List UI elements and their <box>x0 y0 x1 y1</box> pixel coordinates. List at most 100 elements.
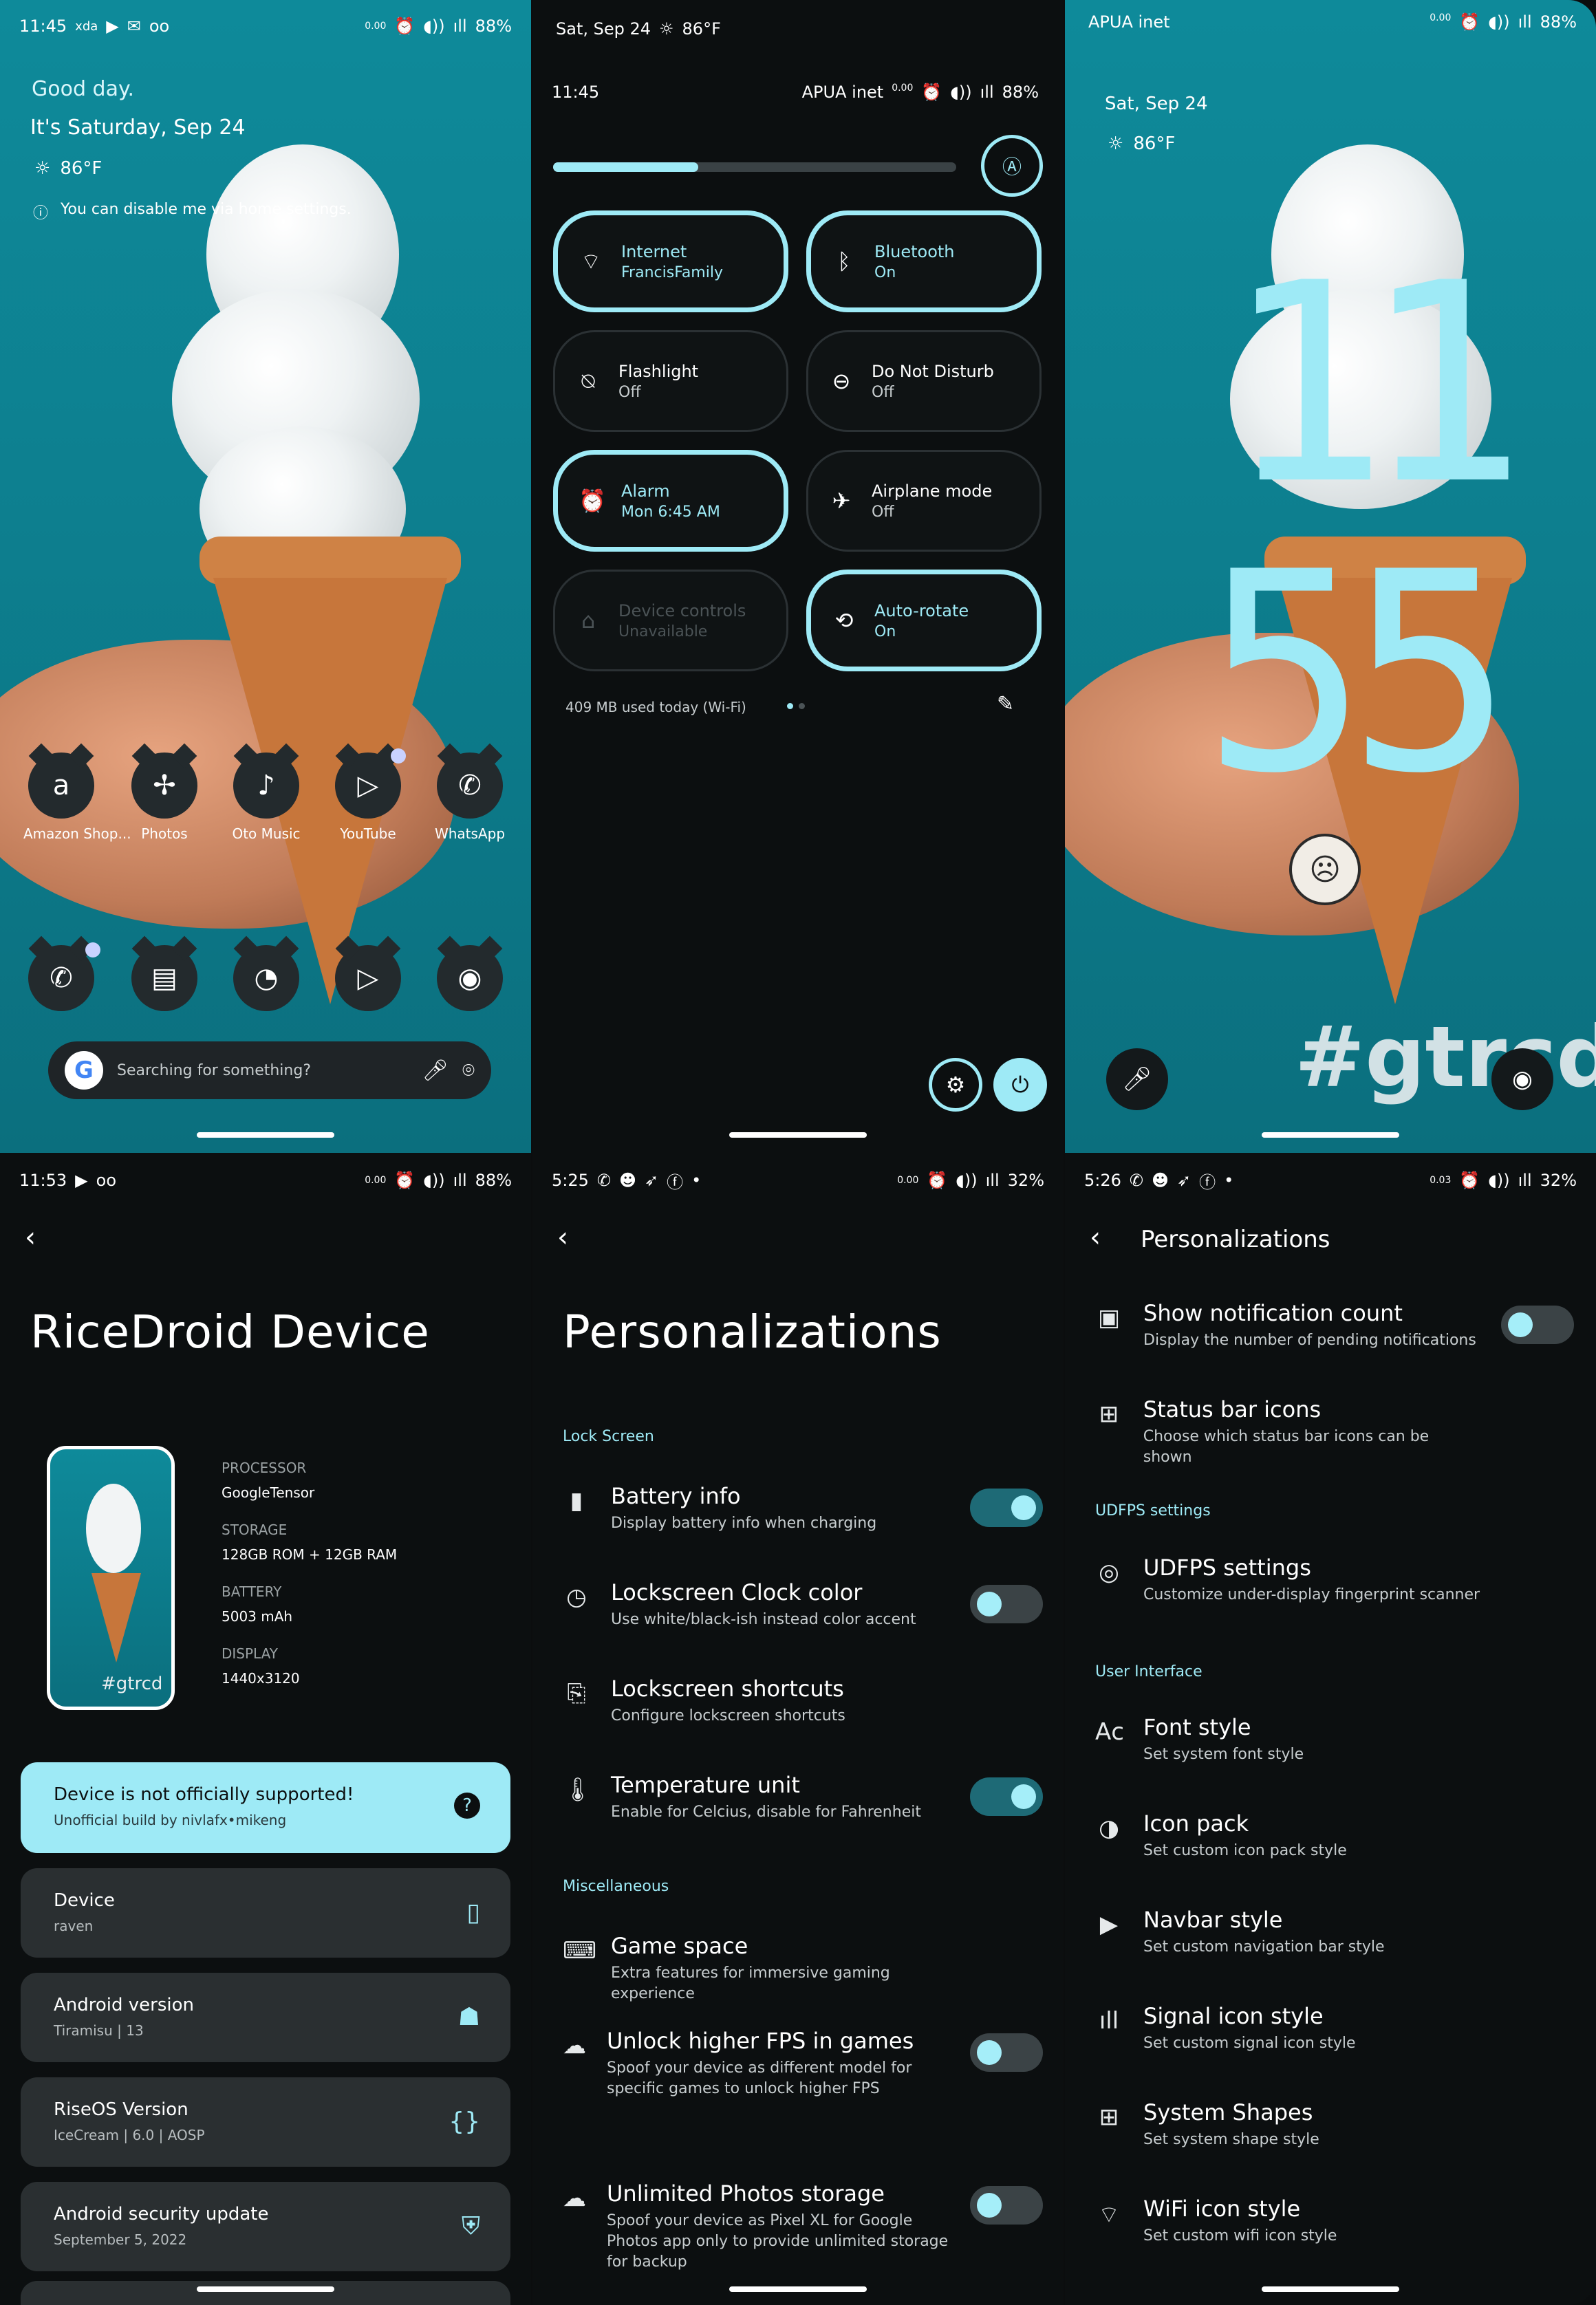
pinwheel-icon: ✢ <box>153 770 176 801</box>
back-button[interactable]: ‹ <box>557 1222 568 1253</box>
power-button[interactable]: ⏻ <box>993 1058 1047 1112</box>
mic-icon[interactable]: 🎤︎ <box>422 1059 449 1083</box>
qs-tile-internet[interactable]: ⌔ Internet FrancisFamily <box>553 210 788 312</box>
toggle-switch[interactable] <box>970 1585 1043 1623</box>
setting-battery-info[interactable]: ▮ Battery info Display battery info when c… <box>563 1483 949 1534</box>
battery-level: 32% <box>1007 1171 1044 1190</box>
quick-settings: Sat, Sep 24 ☼ 86°F 11:45 APUA inet 0.00 ⏰ ◖))… <box>532 0 1064 1153</box>
app-whatsapp[interactable]: ✆ WhatsApp <box>432 753 508 842</box>
carrier-label: APUA inet <box>801 83 884 102</box>
back-button[interactable]: ‹ <box>1090 1222 1101 1253</box>
brightness-slider[interactable] <box>553 162 956 172</box>
qs-tile-flashlight[interactable]: ⍉ Flashlight Off <box>553 330 788 432</box>
home-indicator[interactable] <box>197 2286 334 2292</box>
warning-card[interactable]: Device is not officially supported! Unof… <box>21 1762 510 1853</box>
auto-brightness-icon: Ⓐ <box>1002 155 1022 178</box>
lens-icon[interactable]: ⌾ <box>462 1059 475 1083</box>
app-photos[interactable]: ✢ Photos <box>127 753 202 842</box>
tile-title: Bluetooth <box>874 241 955 261</box>
setting-title: Battery info <box>611 1483 741 1509</box>
edit-icon[interactable]: ✎ <box>997 692 1014 716</box>
page-dots <box>787 703 805 709</box>
voicemail-icon: ᴏᴏ <box>149 17 170 36</box>
qs-tile-bluetooth[interactable]: ᛒ Bluetooth On <box>806 210 1042 312</box>
card-sub: IceCream | 6.0 | AOSP <box>54 2127 205 2143</box>
card-title: Android security update <box>54 2204 269 2225</box>
setting-unlock-higher-fps-in-games[interactable]: ☁ Unlock higher FPS in games Spoof your de… <box>563 2028 949 2099</box>
qs-tile-auto-rotate[interactable]: ⟲ Auto-rotate On <box>806 570 1042 671</box>
spec-list: PROCESSOR GoogleTensor STORAGE 128GB ROM + … <box>222 1460 397 1707</box>
app-amazon[interactable]: a Amazon Shop... <box>23 753 131 842</box>
thermo-icon: 🌡︎ <box>563 1776 593 1804</box>
home-indicator[interactable] <box>729 2286 867 2292</box>
camera-icon: ◉ <box>1512 1065 1533 1093</box>
setting-icon-pack[interactable]: ◑ Icon pack Set custom icon pack style <box>1095 1810 1526 1861</box>
app-oto-music[interactable]: ♪ Oto Music <box>228 753 304 842</box>
status-bar: 5:25 ✆ ☻ ➶ ⓕ • 0.00 ⏰ ◖)) ıll 32% <box>552 1167 1044 1194</box>
setting-navbar-style[interactable]: ▶ Navbar style Set custom navigation bar s… <box>1095 1907 1526 1958</box>
play-icon: ▷ <box>357 770 379 801</box>
qs-tile-device-controls[interactable]: ⌂ Device controls Unavailable <box>553 570 788 671</box>
toggle-switch[interactable] <box>970 2033 1043 2072</box>
setting-font-style[interactable]: Aᴄ Font style Set system font style <box>1095 1714 1526 1765</box>
app-youtube[interactable]: ▷ YouTube <box>330 753 406 842</box>
home-indicator[interactable] <box>1262 1132 1399 1138</box>
search-bar[interactable]: G Searching for something? 🎤︎ ⌾ <box>48 1041 491 1099</box>
setting-signal-icon-style[interactable]: ıll Signal icon style Set custom signal ic… <box>1095 2003 1526 2054</box>
dock-messages[interactable]: ▤ <box>127 945 202 1011</box>
warning-title: Device is not officially supported! <box>54 1784 354 1805</box>
carrier-label: APUA inet <box>1088 12 1170 32</box>
toolbar-title: Personalizations <box>1141 1226 1330 1253</box>
home-screen: 11:45 xda ▶ ✉ ᴏᴏ 0.00 ⏰ ◖)) ıll 88% Good day. It… <box>0 0 531 1153</box>
auto-brightness-button[interactable]: Ⓐ <box>981 135 1043 197</box>
cloud-upload-icon: ☁ <box>563 2032 586 2059</box>
back-button[interactable]: ‹ <box>25 1222 36 1253</box>
lock-screen: APUA inet 0.00 ⏰ ◖)) ıll 88% Sat, Sep 24 ☼ 86… <box>1065 0 1596 1153</box>
youtube-icon: ▶ <box>106 17 119 36</box>
tile-status: Off <box>872 503 894 521</box>
info-card-android-version[interactable]: Android version Tiramisu | 13 ☗ <box>21 1973 510 2062</box>
setting-temperature-unit[interactable]: 🌡︎ Temperature unit Enable for Celcius, di… <box>563 1772 949 1823</box>
info-card-riseos-version[interactable]: RiseOS Version IceCream | 6.0 | AOSP {} <box>21 2077 510 2167</box>
page-dot-active <box>787 703 793 709</box>
setting-summary: Enable for Celcius, disable for Fahrenhe… <box>611 1804 921 1821</box>
qs-tile-alarm[interactable]: ⏰ Alarm Mon 6:45 AM <box>553 450 788 552</box>
info-card-device[interactable]: Device raven ▯ <box>21 1868 510 1958</box>
setting-unlimited-photos-storage[interactable]: ☁ Unlimited Photos storage Spoof your devi… <box>563 2180 949 2273</box>
setting-game-space[interactable]: ⌨ Game space Extra features for immersive … <box>563 1933 949 2004</box>
toggle-switch[interactable] <box>970 1489 1043 1527</box>
settings-button[interactable]: ⚙ <box>929 1058 982 1112</box>
dock-firefox[interactable]: ◔ <box>228 945 304 1011</box>
sun-icon: ☼ <box>34 158 51 179</box>
setting-system-shapes[interactable]: ⊞ System Shapes Set system shape style <box>1095 2099 1526 2150</box>
qs-tile-airplane-mode[interactable]: ✈ Airplane mode Off <box>806 450 1042 552</box>
spec-item: BATTERY 5003 mAh <box>222 1583 397 1625</box>
toggle-switch[interactable] <box>1501 1306 1574 1344</box>
dock-camera[interactable]: ◉ <box>432 945 508 1011</box>
voice-button[interactable]: 🎤︎ <box>1106 1048 1168 1110</box>
qs-tile-do-not-disturb[interactable]: ⊖ Do Not Disturb Off <box>806 330 1042 432</box>
toggle-switch[interactable] <box>970 2186 1043 2225</box>
setting-udfps-settings[interactable]: ◎ UDFPS settings Customize under-display f… <box>1095 1555 1480 1605</box>
toggle-switch[interactable] <box>970 1777 1043 1816</box>
home-indicator[interactable] <box>1262 2286 1399 2292</box>
tile-status: Unavailable <box>618 623 708 640</box>
setting-lockscreen-clock-color[interactable]: ◷ Lockscreen Clock color Use white/black-i… <box>563 1579 949 1630</box>
dock-play-store[interactable]: ▷ <box>330 945 406 1011</box>
section-udfps: UDFPS settings <box>1095 1502 1211 1519</box>
home-indicator[interactable] <box>197 1132 334 1138</box>
setting-title: Temperature unit <box>611 1772 800 1798</box>
brightness-fill <box>553 162 698 172</box>
facebook-icon: ⓕ <box>667 1172 684 1192</box>
setting-show-notification-count[interactable]: ▣ Show notification count Display the numb… <box>1095 1300 1480 1351</box>
spec-label: STORAGE <box>222 1522 288 1538</box>
info-card-android-security-update[interactable]: Android security update September 5, 2022… <box>21 2182 510 2271</box>
home-indicator[interactable] <box>729 1132 867 1138</box>
whatsapp-icon: ✆ <box>1129 1171 1144 1190</box>
camera-button[interactable]: ◉ <box>1491 1048 1553 1110</box>
qs-time: 11:45 <box>552 83 600 102</box>
signal-icon: ıll <box>453 17 467 36</box>
setting-status-bar-icons[interactable]: ⊞ Status bar icons Choose which status bar… <box>1095 1396 1480 1468</box>
setting-wifi-icon-style[interactable]: ⌔ WiFi icon style Set custom wifi icon sty… <box>1095 2196 1526 2247</box>
setting-lockscreen-shortcuts[interactable]: ⎘ Lockscreen shortcuts Configure lockscree… <box>563 1676 949 1727</box>
